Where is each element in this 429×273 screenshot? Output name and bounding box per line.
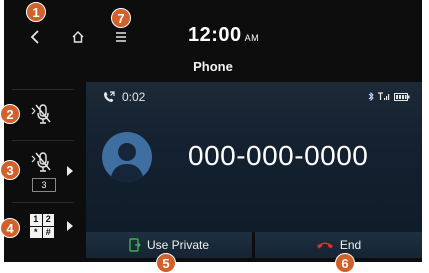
mic-volume-icon <box>31 152 51 172</box>
callout-badge-3: 3 <box>0 160 20 180</box>
signal-icon <box>378 92 390 100</box>
clock-ampm: AM <box>244 33 260 43</box>
phone-outgoing-icon <box>104 91 115 102</box>
clock-time: 12:00 <box>188 24 242 46</box>
phone-call-screen: 12:00 AM Phone 3 1 2 * # 0:02 000-000-00… <box>4 0 422 262</box>
call-timer: 0:02 <box>102 90 145 104</box>
rail-divider <box>12 140 74 141</box>
call-actions: Use Private End <box>86 232 422 258</box>
callout-badge-1: 1 <box>26 2 46 22</box>
keypad-key: # <box>42 226 54 238</box>
battery-icon <box>394 92 410 101</box>
keypad-key: 2 <box>42 214 54 226</box>
end-call-label: End <box>339 238 362 252</box>
callout-badge-4: 4 <box>0 218 20 238</box>
phone-number: 000-000-0000 <box>188 140 369 171</box>
rail-divider <box>12 89 74 90</box>
mic-volume-level: 3 <box>32 178 56 192</box>
end-call-icon <box>316 242 333 249</box>
handset-private-icon <box>129 238 141 252</box>
rail-divider <box>12 202 74 203</box>
menu-icon[interactable] <box>112 28 130 46</box>
expand-arrow-icon <box>67 166 73 176</box>
call-info-panel: 0:02 000-000-0000 <box>86 82 422 232</box>
callout-badge-5: 5 <box>156 253 176 273</box>
call-duration: 0:02 <box>122 90 146 104</box>
keypad-icon: 1 2 * # <box>30 214 54 238</box>
use-private-label: Use Private <box>146 238 210 252</box>
callout-badge-2: 2 <box>0 104 20 124</box>
keypad-key: 1 <box>30 214 42 226</box>
home-icon[interactable] <box>69 28 87 46</box>
back-icon[interactable] <box>26 28 44 46</box>
person-silhouette-icon <box>110 143 144 182</box>
mic-mute-icon <box>31 104 51 124</box>
status-icons <box>368 92 410 101</box>
page-title: Phone <box>193 59 233 74</box>
callout-badge-6: 6 <box>335 253 355 273</box>
expand-arrow-icon <box>67 221 73 231</box>
bluetooth-icon <box>368 92 374 101</box>
keypad-key: * <box>30 226 42 238</box>
callout-badge-7: 7 <box>111 8 131 28</box>
clock: 12:00 AM <box>188 24 259 47</box>
contact-avatar <box>102 132 152 182</box>
